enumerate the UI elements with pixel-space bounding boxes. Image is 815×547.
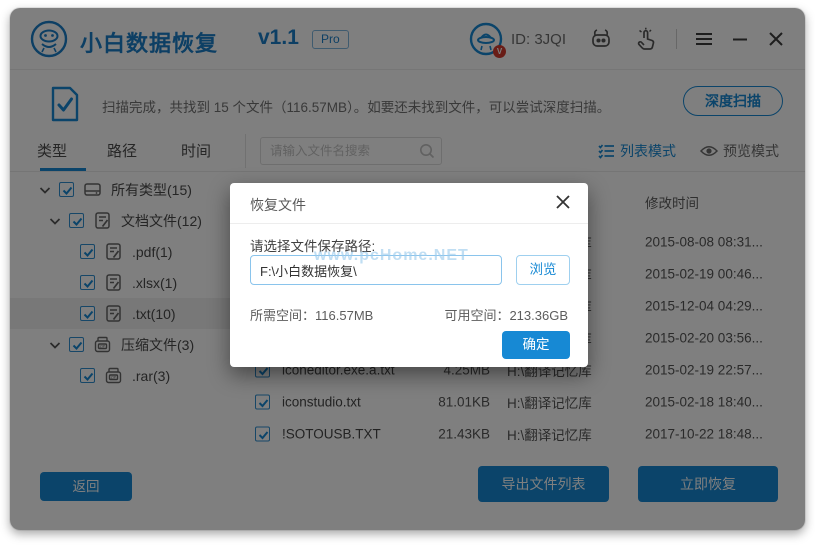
available-space: 可用空间：213.36GB — [444, 305, 568, 324]
required-space-value: 116.57MB — [315, 308, 374, 323]
required-space: 所需空间：116.57MB — [250, 305, 373, 324]
save-path-label: 请选择文件保存路径: — [250, 239, 376, 254]
dialog-title: 恢复文件 — [250, 197, 306, 213]
dialog-close-icon[interactable] — [552, 191, 574, 213]
screen: 小白数据恢复 v1.1 Pro V ID: 3JQI — [0, 0, 815, 547]
available-space-value: 213.36GB — [509, 308, 568, 323]
browse-button[interactable]: 浏览 — [516, 255, 570, 285]
available-space-label: 可用空间： — [444, 308, 510, 323]
recover-file-dialog: 恢复文件 请选择文件保存路径: www.pcHome.NET 浏览 所需空间：1… — [230, 183, 588, 367]
required-space-label: 所需空间： — [250, 308, 316, 323]
dialog-divider — [230, 223, 588, 224]
app-window: 小白数据恢复 v1.1 Pro V ID: 3JQI — [10, 8, 805, 530]
save-path-input[interactable] — [250, 255, 502, 285]
space-info: 所需空间：116.57MB 可用空间：213.36GB — [250, 305, 568, 324]
confirm-button[interactable]: 确定 — [502, 331, 570, 359]
